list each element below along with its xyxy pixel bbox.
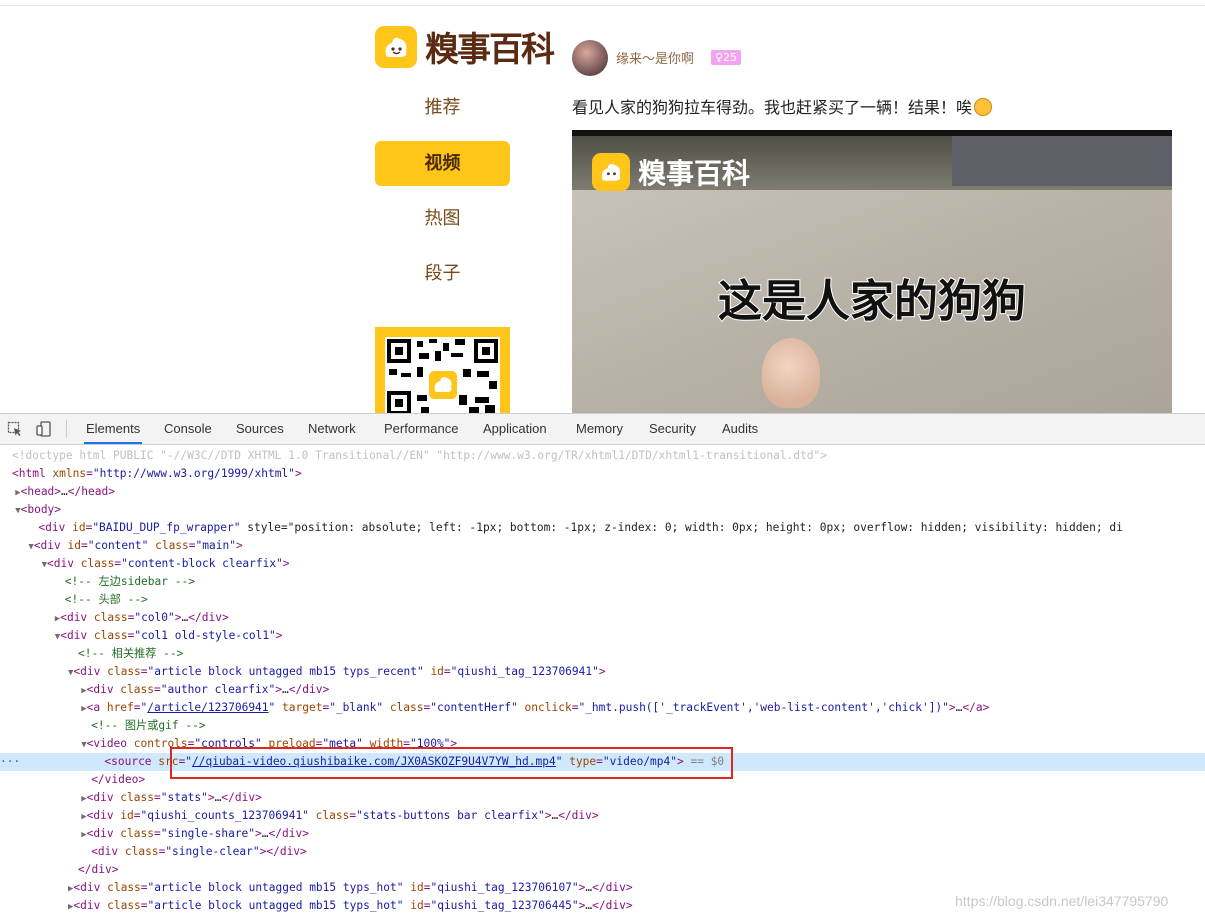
app-qr-code[interactable] [375,327,510,413]
author-name[interactable]: 缘来～是你啊 [616,48,694,67]
dom-tree-node[interactable]: </div> [0,861,1205,879]
dom-tree-node[interactable]: <!doctype html PUBLIC "-//W3C//DTD XHTML… [0,447,1205,465]
video-player[interactable]: 糗事百科 这是人家的狗狗 [572,130,1172,413]
video-frame-child [762,338,820,408]
sad-face-emoji-icon [974,98,993,116]
dom-tree-node[interactable]: ▼<div class="content-block clearfix"> [0,555,1205,573]
dom-tree-node[interactable]: ▶<div class="author clearfix">…</div> [0,681,1205,699]
csdn-watermark: https://blog.csdn.net/lei347795790 [955,893,1169,909]
author-age-badge: ♀25 [711,50,742,65]
dom-tree-node[interactable]: <div id="BAIDU_DUP_fp_wrapper" style="po… [0,519,1205,537]
dom-tree-node[interactable]: ▶<div id="qiushi_counts_123706941" class… [0,807,1205,825]
post-text: 看见人家的狗狗拉车得劲。我也赶紧买了一辆！结果！唉 [572,98,973,117]
dom-tree-node[interactable]: <!-- 相关推荐 --> [0,645,1205,663]
devtools-toolbar: Elements Console Sources Network Perform… [0,414,1205,445]
author-avatar[interactable] [572,40,608,76]
video-watermark-logo: 糗事百科 [592,152,750,192]
video-logo-icon [592,153,630,191]
dom-tree-node[interactable]: ▶<div class="stats">…</div> [0,789,1205,807]
post-content[interactable]: 看见人家的狗狗拉车得劲。我也赶紧买了一辆！结果！唉 [572,94,993,118]
dom-tree-node[interactable]: <!-- 左边sidebar --> [0,573,1205,591]
site-logo[interactable]: 糗事百科 [375,22,555,71]
logo-icon [375,25,417,68]
dom-tree-node[interactable]: ▶<div class="col0">…</div> [0,609,1205,627]
dom-tree-node[interactable]: <html xmlns="http://www.w3.org/1999/xhtm… [0,465,1205,483]
dom-tree-node[interactable]: ▼<div class="col1 old-style-col1"> [0,627,1205,645]
device-toolbar-icon[interactable] [36,421,52,437]
tab-elements[interactable]: Elements [84,414,143,444]
dom-tree-node[interactable]: ▶<a href="/article/123706941" target="_b… [0,699,1205,717]
dom-tree-node[interactable]: <div class="single-clear"></div> [0,843,1205,861]
dom-tree-node[interactable]: ▶<head>…</head> [0,483,1205,501]
header-divider [0,5,1205,6]
dom-tree-node[interactable]: ▼<div class="article block untagged mb15… [0,663,1205,681]
node-actions-icon[interactable]: ··· [0,753,20,771]
tab-memory[interactable]: Memory [574,414,625,444]
tab-security[interactable]: Security [647,414,698,444]
tab-sources[interactable]: Sources [234,414,286,444]
dom-tree-node[interactable]: <!-- 图片或gif --> [0,717,1205,735]
dom-tree-node[interactable]: ▼<div id="content" class="main"> [0,537,1205,555]
web-page-viewport: 糗事百科 推荐 视频 热图 段子 缘来～是你啊 ♀25 看见人家的狗狗拉车得劲。… [0,0,1205,413]
tab-performance[interactable]: Performance [382,414,460,444]
qr-code-icon [387,339,498,413]
tab-application[interactable]: Application [481,414,549,444]
video-logo-text: 糗事百科 [638,157,751,190]
inspect-element-icon[interactable] [7,421,23,437]
logo-text: 糗事百科 [425,30,555,70]
nav-item-video[interactable]: 视频 [375,141,510,186]
nav-item-hot-images[interactable]: 热图 [375,196,510,241]
tab-audits[interactable]: Audits [720,414,760,444]
highlight-box [170,747,733,779]
video-caption: 这是人家的狗狗 [717,275,1027,328]
nav-item-recommend[interactable]: 推荐 [375,85,510,130]
dom-tree-node[interactable]: ▼<body> [0,501,1205,519]
nav-item-jokes[interactable]: 段子 [375,251,510,296]
tab-console[interactable]: Console [162,414,214,444]
tab-network[interactable]: Network [306,414,358,444]
video-frame-wall [952,136,1172,186]
dom-tree-node[interactable]: <!-- 头部 --> [0,591,1205,609]
dom-tree-node[interactable]: ▶<div class="single-share">…</div> [0,825,1205,843]
